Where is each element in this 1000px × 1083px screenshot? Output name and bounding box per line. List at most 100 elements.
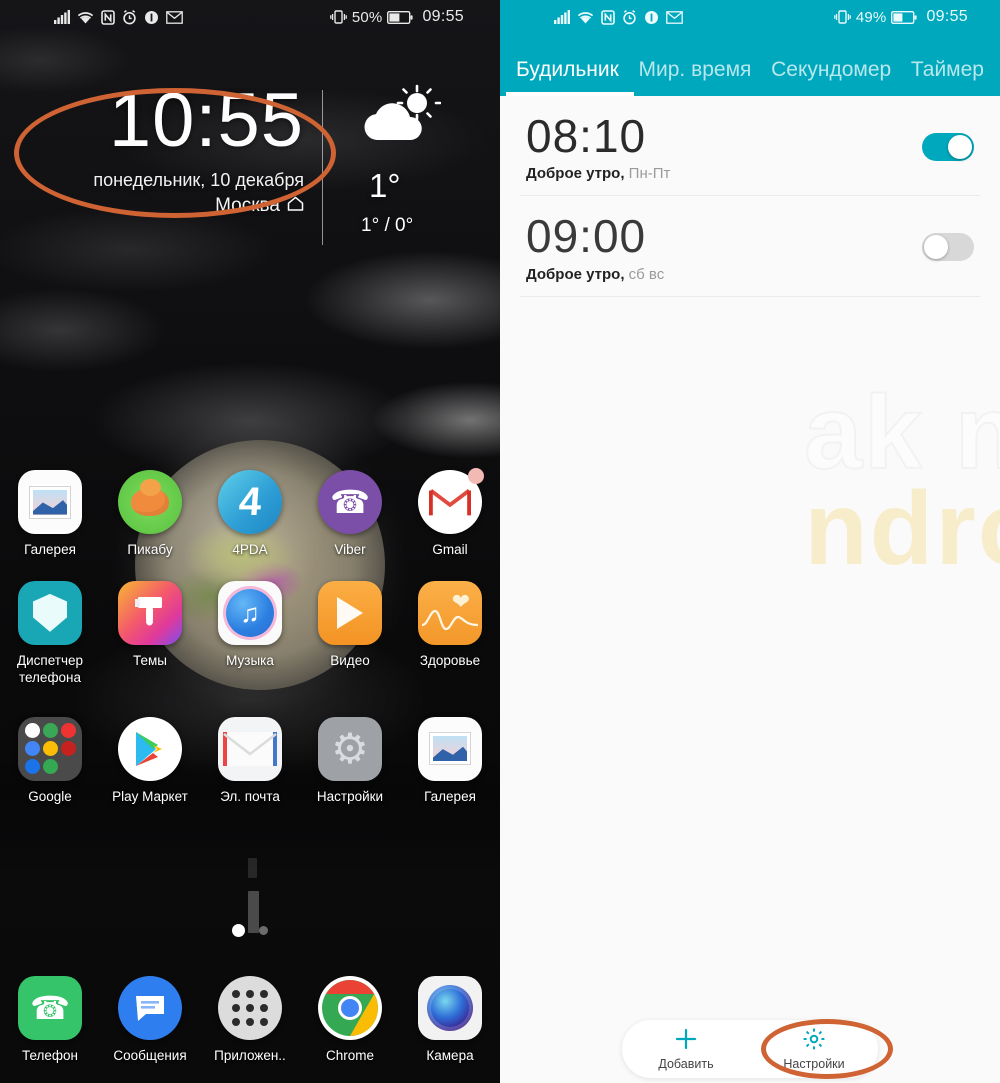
alarm-icon — [122, 9, 137, 25]
app-icon-play-store[interactable]: Play Маркет — [100, 716, 200, 806]
page-dot-active[interactable] — [232, 924, 245, 937]
app-icon-viber[interactable]: ☎ Viber — [300, 470, 400, 559]
messages-icon — [118, 976, 182, 1041]
dock-icon-messages[interactable]: Сообщения — [100, 976, 200, 1065]
phone-manager-icon — [18, 580, 82, 645]
vibrate-icon — [833, 10, 851, 24]
app-icon-health[interactable]: ❤ Здоровье — [400, 580, 500, 687]
wifi-icon — [577, 10, 594, 24]
page-indicator[interactable] — [0, 924, 500, 937]
nfc-icon — [601, 9, 615, 25]
status-icons-left — [554, 9, 683, 25]
dock-icon-app-drawer[interactable]: Приложен.. — [200, 976, 300, 1065]
app-icon-email[interactable]: Эл. почта — [200, 716, 300, 806]
email-icon — [218, 716, 282, 781]
dock-icon-chrome[interactable]: Chrome — [300, 976, 400, 1065]
alarm-toggle[interactable] — [922, 133, 974, 162]
alarm-details[interactable]: 08:10 Доброе утро, Пн-Пт — [526, 110, 922, 183]
widget-time: 10:55 — [108, 78, 304, 163]
app-drawer-icon — [218, 976, 282, 1041]
alarm-name: Доброе утро, — [526, 265, 625, 283]
app-icon-settings[interactable]: ⚙ Настройки — [300, 716, 400, 806]
app-label: Музыка — [226, 652, 274, 668]
alarm-subtitle: Доброе утро, Пн-Пт — [526, 165, 922, 182]
battery-icon — [891, 10, 918, 24]
tab-stopwatch[interactable]: Секундомер — [767, 58, 895, 96]
gallery-icon — [418, 716, 482, 781]
app-label: Видео — [330, 652, 370, 668]
themes-icon — [118, 580, 182, 645]
partly-cloudy-icon — [355, 84, 442, 151]
weather-block[interactable]: 1° 1° / 0° — [323, 84, 442, 237]
page-dot[interactable] — [259, 926, 268, 935]
settings-button[interactable]: Настройки — [750, 1027, 878, 1071]
settings-label: Настройки — [783, 1057, 845, 1071]
app-label: Пикабу — [127, 542, 173, 557]
app-icon-themes[interactable]: Темы — [100, 580, 200, 687]
tab-world-clock[interactable]: Мир. время — [635, 58, 756, 96]
status-icons-right: 49% 09:55 — [833, 8, 968, 26]
app-icon-pikabu[interactable]: Пикабу — [100, 470, 200, 559]
app-label: Viber — [334, 542, 366, 557]
health-icon: ❤ — [418, 580, 482, 645]
tab-timer[interactable]: Таймер — [907, 58, 988, 96]
home-status-bar: 50% 09:55 — [0, 0, 500, 34]
icon-wrap: 4 — [218, 470, 282, 534]
alarm-days: Пн-Пт — [628, 165, 671, 183]
icon-wrap — [418, 468, 484, 534]
app-icon-phone-manager[interactable]: Диспетчер телефона — [0, 580, 100, 687]
weather-temp: 1° — [369, 167, 401, 204]
status-clock: 09:55 — [422, 8, 464, 25]
alarm-row: 08:10 Доброе утро, Пн-Пт — [526, 112, 974, 182]
clock-app-screen: 49% 09:55 Будильник Мир. время Секундоме… — [500, 0, 1000, 1083]
alarm-item[interactable]: 08:10 Доброе утро, Пн-Пт — [500, 96, 1000, 197]
dock-icon-phone[interactable]: ☎ Телефон — [0, 976, 100, 1065]
weather-range: 1° / 0° — [361, 215, 414, 236]
clock-weather-widget[interactable]: 10:55 понедельник, 10 декабря Москва 1° … — [0, 78, 500, 245]
gmail-icon — [666, 10, 683, 24]
alarm-details[interactable]: 09:00 Доброе утро, сб вс — [526, 212, 922, 283]
toggle-knob — [924, 235, 948, 260]
app-label: Эл. почта — [220, 788, 280, 804]
app-row: Диспетчер телефона Темы ♫ Музыка Видео ❤… — [0, 580, 500, 687]
notification-badge — [468, 468, 484, 484]
clock-app-tabs: Будильник Мир. время Секундомер Таймер — [500, 34, 1000, 96]
road-marking — [248, 858, 257, 878]
signal-icon — [54, 10, 70, 24]
app-label: Gmail — [432, 542, 468, 557]
alarm-list: 08:10 Доброе утро, Пн-Пт 09:00 Доброе ут… — [500, 96, 1000, 297]
app-label: Диспетчер телефона — [16, 652, 84, 685]
gear-icon — [802, 1027, 826, 1055]
app-icon-4pda[interactable]: 4 4PDA — [200, 470, 300, 559]
status-icons-right: 50% 09:55 — [329, 8, 464, 26]
chrome-icon — [318, 976, 382, 1041]
dock-icon-camera[interactable]: Камера — [400, 976, 500, 1065]
app-folder-google[interactable]: Google — [0, 716, 100, 806]
app-grid: Галерея Пикабу 4 4PDA ☎ Viber Gmail Дисп… — [0, 468, 500, 806]
app-icon-gallery-2[interactable]: Галерея — [400, 716, 500, 806]
signal-icon — [554, 10, 570, 24]
clockapp-status-bar: 49% 09:55 — [500, 0, 1000, 34]
app-icon-gallery[interactable]: Галерея — [0, 470, 100, 559]
alarm-item[interactable]: 09:00 Доброе утро, сб вс — [500, 196, 1000, 297]
clock-block[interactable]: 10:55 понедельник, 10 декабря Москва — [0, 78, 322, 217]
alarm-toggle[interactable] — [922, 233, 974, 262]
app-icon-music[interactable]: ♫ Музыка — [200, 580, 300, 687]
widget-date: понедельник, 10 декабря — [93, 170, 304, 191]
icon-wrap — [18, 470, 82, 534]
vibrate-icon — [329, 10, 347, 24]
alarm-time: 08:10 — [526, 110, 647, 162]
add-alarm-button[interactable]: Добавить — [622, 1027, 750, 1071]
bottom-action-bar: Добавить Настройки — [500, 1015, 1000, 1083]
tab-alarm[interactable]: Будильник — [512, 58, 623, 96]
phone-icon: ☎ — [18, 976, 82, 1041]
add-alarm-label: Добавить — [658, 1057, 714, 1071]
clock-app-header: 49% 09:55 Будильник Мир. время Секундоме… — [500, 0, 1000, 96]
viber-icon: ☎ — [318, 470, 382, 534]
music-icon: ♫ — [218, 580, 282, 645]
alarm-row: 09:00 Доброе утро, сб вс — [526, 212, 974, 283]
status-icons-left — [54, 9, 183, 25]
app-label: Play Маркет — [112, 788, 188, 804]
app-icon-video[interactable]: Видео — [300, 580, 400, 687]
app-icon-gmail[interactable]: Gmail — [400, 468, 500, 559]
